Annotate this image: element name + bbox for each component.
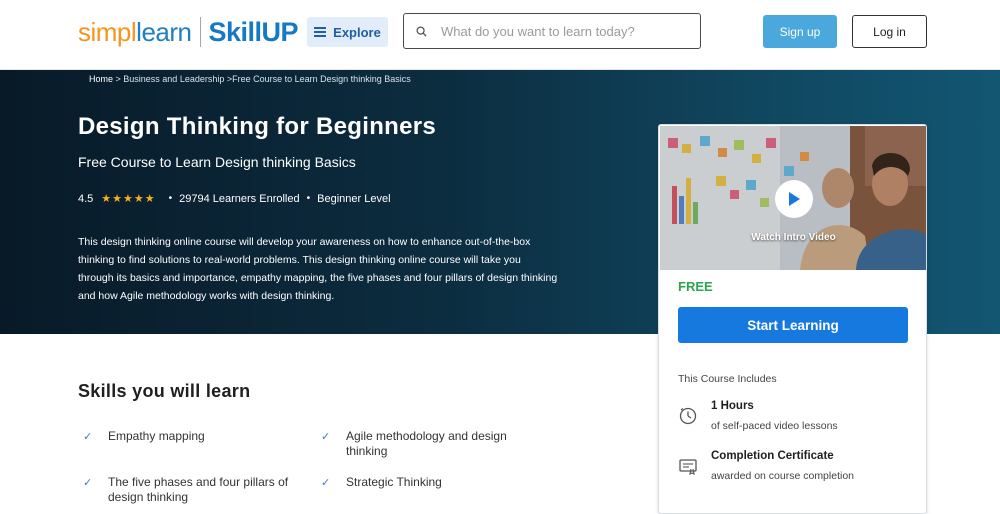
skill-label: Empathy mapping bbox=[108, 429, 205, 443]
skill-label: Agile methodology and design thinking bbox=[346, 429, 507, 458]
search-box[interactable] bbox=[403, 13, 701, 49]
explore-label: Explore bbox=[333, 24, 381, 40]
include-subtitle: awarded on course completion bbox=[711, 470, 855, 482]
course-description: This design thinking online course will … bbox=[78, 236, 558, 302]
signup-button[interactable]: Sign up bbox=[763, 15, 837, 48]
price-label: FREE bbox=[678, 279, 713, 294]
top-header: simpllearn SkillUP Explore Sign up Log i… bbox=[0, 0, 1000, 70]
skills-heading: Skills you will learn bbox=[78, 381, 251, 401]
breadcrumb: Home > Business and Leadership >Free Cou… bbox=[89, 74, 411, 84]
learners-enrolled: 29794 Learners Enrolled bbox=[179, 192, 300, 205]
breadcrumb-current: Free Course to Learn Design thinking Bas… bbox=[232, 74, 411, 84]
logo-divider bbox=[199, 17, 201, 47]
logo-simpli-text: simpl bbox=[78, 16, 137, 47]
includes-heading: This Course Includes bbox=[678, 373, 777, 385]
check-icon: ✓ bbox=[83, 477, 93, 489]
course-card: Watch Intro Video FREE Start Learning Th… bbox=[658, 124, 927, 514]
rating-value: 4.5 bbox=[78, 192, 94, 205]
skill-label: The five phases and four pillars of desi… bbox=[108, 475, 289, 504]
rating-stars: ★★★★★ bbox=[101, 193, 156, 205]
start-learning-button[interactable]: Start Learning bbox=[678, 307, 908, 343]
hamburger-icon bbox=[314, 25, 327, 39]
explore-button[interactable]: Explore bbox=[307, 17, 388, 47]
meta-separator: • bbox=[306, 193, 311, 204]
check-icon: ✓ bbox=[83, 431, 93, 443]
logo-skillup-text: SkillUP bbox=[208, 16, 299, 47]
certificate-icon bbox=[679, 459, 697, 475]
skill-label: Strategic Thinking bbox=[346, 475, 442, 489]
check-icon: ✓ bbox=[321, 431, 331, 443]
meta-separator: • bbox=[168, 193, 173, 204]
search-icon bbox=[416, 25, 427, 37]
page-subtitle: Free Course to Learn Design thinking Bas… bbox=[78, 154, 356, 170]
search-input[interactable] bbox=[441, 23, 681, 39]
login-button[interactable]: Log in bbox=[852, 15, 927, 48]
page-title: Design Thinking for Beginners bbox=[78, 113, 437, 140]
play-icon bbox=[789, 192, 800, 206]
breadcrumb-separator: > bbox=[113, 74, 124, 84]
breadcrumb-home[interactable]: Home bbox=[89, 74, 113, 84]
intro-video-thumbnail[interactable]: Watch Intro Video bbox=[660, 126, 926, 270]
play-button[interactable] bbox=[775, 180, 813, 218]
breadcrumb-category[interactable]: Business and Leadership bbox=[123, 74, 224, 84]
clock-icon bbox=[679, 407, 697, 425]
include-title: Completion Certificate bbox=[711, 450, 834, 462]
watch-intro-label: Watch Intro Video bbox=[751, 232, 836, 243]
include-subtitle: of self-paced video lessons bbox=[711, 420, 838, 432]
include-title: 1 Hours bbox=[711, 400, 754, 412]
breadcrumb-separator: > bbox=[224, 74, 233, 84]
logo-learn-text: learn bbox=[136, 16, 192, 47]
site-logo[interactable]: simpl learn SkillUP bbox=[78, 14, 299, 50]
course-level: Beginner Level bbox=[317, 192, 391, 205]
check-icon: ✓ bbox=[321, 477, 331, 489]
course-meta: 4.5 ★★★★★ • 29794 Learners Enrolled • Be… bbox=[78, 192, 391, 206]
